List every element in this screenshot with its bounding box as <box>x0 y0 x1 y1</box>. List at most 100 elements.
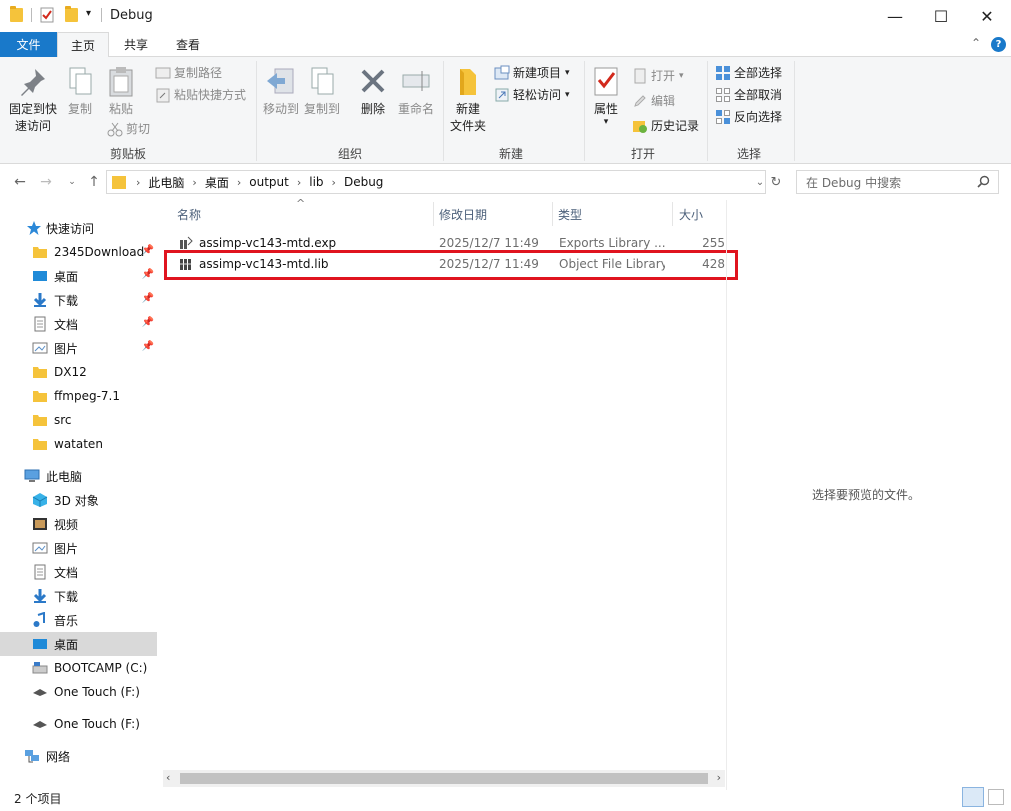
history-button[interactable]: 历史记录 <box>632 117 699 134</box>
sidebar-item-quick[interactable]: 2345Download 📌 <box>0 240 157 264</box>
properties-button[interactable]: 属性 ▾ <box>589 65 623 127</box>
easy-access-button[interactable]: 轻松访问 ▾ <box>494 86 570 103</box>
tab-share[interactable]: 共享 <box>113 32 159 57</box>
pin-icon[interactable]: 📌 <box>142 245 154 256</box>
new-item-icon <box>494 65 510 81</box>
network-item[interactable]: 网络 <box>0 744 157 768</box>
move-to-icon <box>265 65 297 97</box>
sidebar-item-pc[interactable]: 文档 <box>0 560 157 584</box>
details-view-icon[interactable] <box>962 787 984 807</box>
sidebar-item-quick[interactable]: wataten <box>0 432 157 456</box>
column-header-name[interactable]: 名称 <box>177 200 433 228</box>
pin-icon <box>17 65 49 97</box>
delete-icon <box>357 65 389 97</box>
breadcrumb-lib[interactable]: lib <box>305 175 327 189</box>
sidebar-item-label: One Touch (F:) <box>54 685 140 699</box>
close-button[interactable]: ✕ <box>964 0 1010 32</box>
copy-button[interactable]: 复制 <box>62 65 98 118</box>
folder-icon <box>10 6 23 22</box>
forward-arrow-icon[interactable]: → <box>36 172 56 192</box>
video-icon <box>32 516 48 532</box>
customize-qa-icon[interactable]: ▾ <box>86 8 91 19</box>
breadcrumb-desktop[interactable]: 桌面 <box>201 174 233 191</box>
large-icons-view-icon[interactable] <box>988 789 1004 805</box>
scroll-right-icon[interactable]: › <box>717 771 721 784</box>
tab-home[interactable]: 主页 <box>57 32 109 58</box>
pin-icon[interactable]: 📌 <box>142 269 154 280</box>
new-item-button[interactable]: 新建项目 ▾ <box>494 64 570 81</box>
column-separator[interactable] <box>672 202 673 226</box>
up-arrow-icon[interactable]: ↑ <box>84 172 104 192</box>
edit-button[interactable]: 编辑 <box>632 92 675 109</box>
column-header-size[interactable]: 大小 <box>679 200 719 228</box>
new-folder-button[interactable]: 新建 文件夹 <box>448 65 488 135</box>
folder-icon <box>32 364 48 380</box>
refresh-icon[interactable]: ↻ <box>766 172 786 192</box>
rename-label: 重命名 <box>397 102 434 116</box>
pin-label-2: 速访问 <box>14 119 51 133</box>
delete-button[interactable]: 删除 <box>355 65 391 118</box>
invert-selection-button[interactable]: 反向选择 <box>715 108 782 125</box>
breadcrumb-output[interactable]: output <box>245 175 293 189</box>
search-input[interactable]: 在 Debug 中搜索 <box>796 170 999 194</box>
sidebar-item-pc[interactable]: One Touch (F:) <box>0 680 157 704</box>
select-all-button[interactable]: 全部选择 <box>715 64 782 81</box>
paste-label: 粘贴 <box>108 102 133 116</box>
paste-button[interactable]: 粘贴 <box>103 65 139 118</box>
status-item-count: 2 个项目 <box>14 792 62 806</box>
sidebar-item-quick[interactable]: 图片 📌 <box>0 336 157 360</box>
minimize-button[interactable]: — <box>872 0 918 32</box>
pin-icon[interactable]: 📌 <box>142 317 154 328</box>
breadcrumb-debug[interactable]: Debug <box>340 175 387 189</box>
sidebar-item-pc[interactable]: 图片 <box>0 536 157 560</box>
column-header-date[interactable]: 修改日期 <box>439 200 549 228</box>
pin-quick-access-button[interactable]: 固定到快 速访问 <box>6 65 60 135</box>
sidebar-item-pc[interactable]: 音乐 <box>0 608 157 632</box>
scrollbar-thumb[interactable] <box>180 773 708 784</box>
recent-locations-icon[interactable]: ⌄ <box>62 172 82 192</box>
paste-shortcut-button[interactable]: 粘贴快捷方式 <box>155 86 246 103</box>
move-to-button[interactable]: 移动到 <box>262 65 300 118</box>
rename-button[interactable]: 重命名 <box>396 65 436 118</box>
column-separator[interactable] <box>552 202 553 226</box>
sidebar-item-pc[interactable]: 视频 <box>0 512 157 536</box>
sidebar-item-pc[interactable]: BOOTCAMP (C:) <box>0 656 157 680</box>
column-separator[interactable] <box>433 202 434 226</box>
open-button[interactable]: 打开 ▾ <box>632 67 684 84</box>
sidebar-item-quick[interactable]: 下载 📌 <box>0 288 157 312</box>
maximize-button[interactable]: ☐ <box>918 0 964 32</box>
sidebar-item-pc[interactable]: 下载 <box>0 584 157 608</box>
tab-view[interactable]: 查看 <box>165 32 211 57</box>
preview-pane: 选择要预览的文件。 <box>726 200 1011 790</box>
help-icon[interactable]: ? <box>991 37 1006 52</box>
cut-button[interactable]: 剪切 <box>107 120 150 137</box>
this-pc-item[interactable]: 此电脑 <box>0 464 157 488</box>
sidebar-item-quick[interactable]: 文档 📌 <box>0 312 157 336</box>
sidebar-item-quick[interactable]: src <box>0 408 157 432</box>
quick-access-item[interactable]: 快速访问 <box>0 216 157 240</box>
copy-path-button[interactable]: 复制路径 <box>155 64 222 81</box>
sidebar-item-pc[interactable]: 桌面 <box>0 632 157 656</box>
copy-icon <box>64 65 96 97</box>
pin-icon[interactable]: 📌 <box>142 341 154 352</box>
back-arrow-icon[interactable]: ← <box>10 172 30 192</box>
new-folder-qa-icon[interactable] <box>65 6 78 22</box>
group-separator <box>707 61 708 161</box>
copy-to-button[interactable]: 复制到 <box>303 65 341 118</box>
tab-file[interactable]: 文件 <box>0 32 57 57</box>
drive-item[interactable]: One Touch (F:) <box>0 712 157 736</box>
copy-to-icon <box>306 65 338 97</box>
pin-icon[interactable]: 📌 <box>142 293 154 304</box>
sidebar-item-quick[interactable]: DX12 <box>0 360 157 384</box>
sidebar-item-pc[interactable]: 3D 对象 <box>0 488 157 512</box>
collapse-ribbon-icon[interactable]: ⌃ <box>971 36 981 50</box>
column-header-type[interactable]: 类型 <box>558 200 668 228</box>
scroll-left-icon[interactable]: ‹ <box>166 771 170 784</box>
address-bar[interactable]: › 此电脑 › 桌面 › output › lib › Debug <box>106 170 766 194</box>
select-none-button[interactable]: 全部取消 <box>715 86 782 103</box>
sidebar-item-quick[interactable]: ffmpeg-7.1 <box>0 384 157 408</box>
sidebar-item-quick[interactable]: 桌面 📌 <box>0 264 157 288</box>
chevron-right-icon: › <box>331 175 336 189</box>
breadcrumb-this-pc[interactable]: 此电脑 <box>144 174 188 191</box>
properties-qa-icon[interactable] <box>40 7 54 23</box>
